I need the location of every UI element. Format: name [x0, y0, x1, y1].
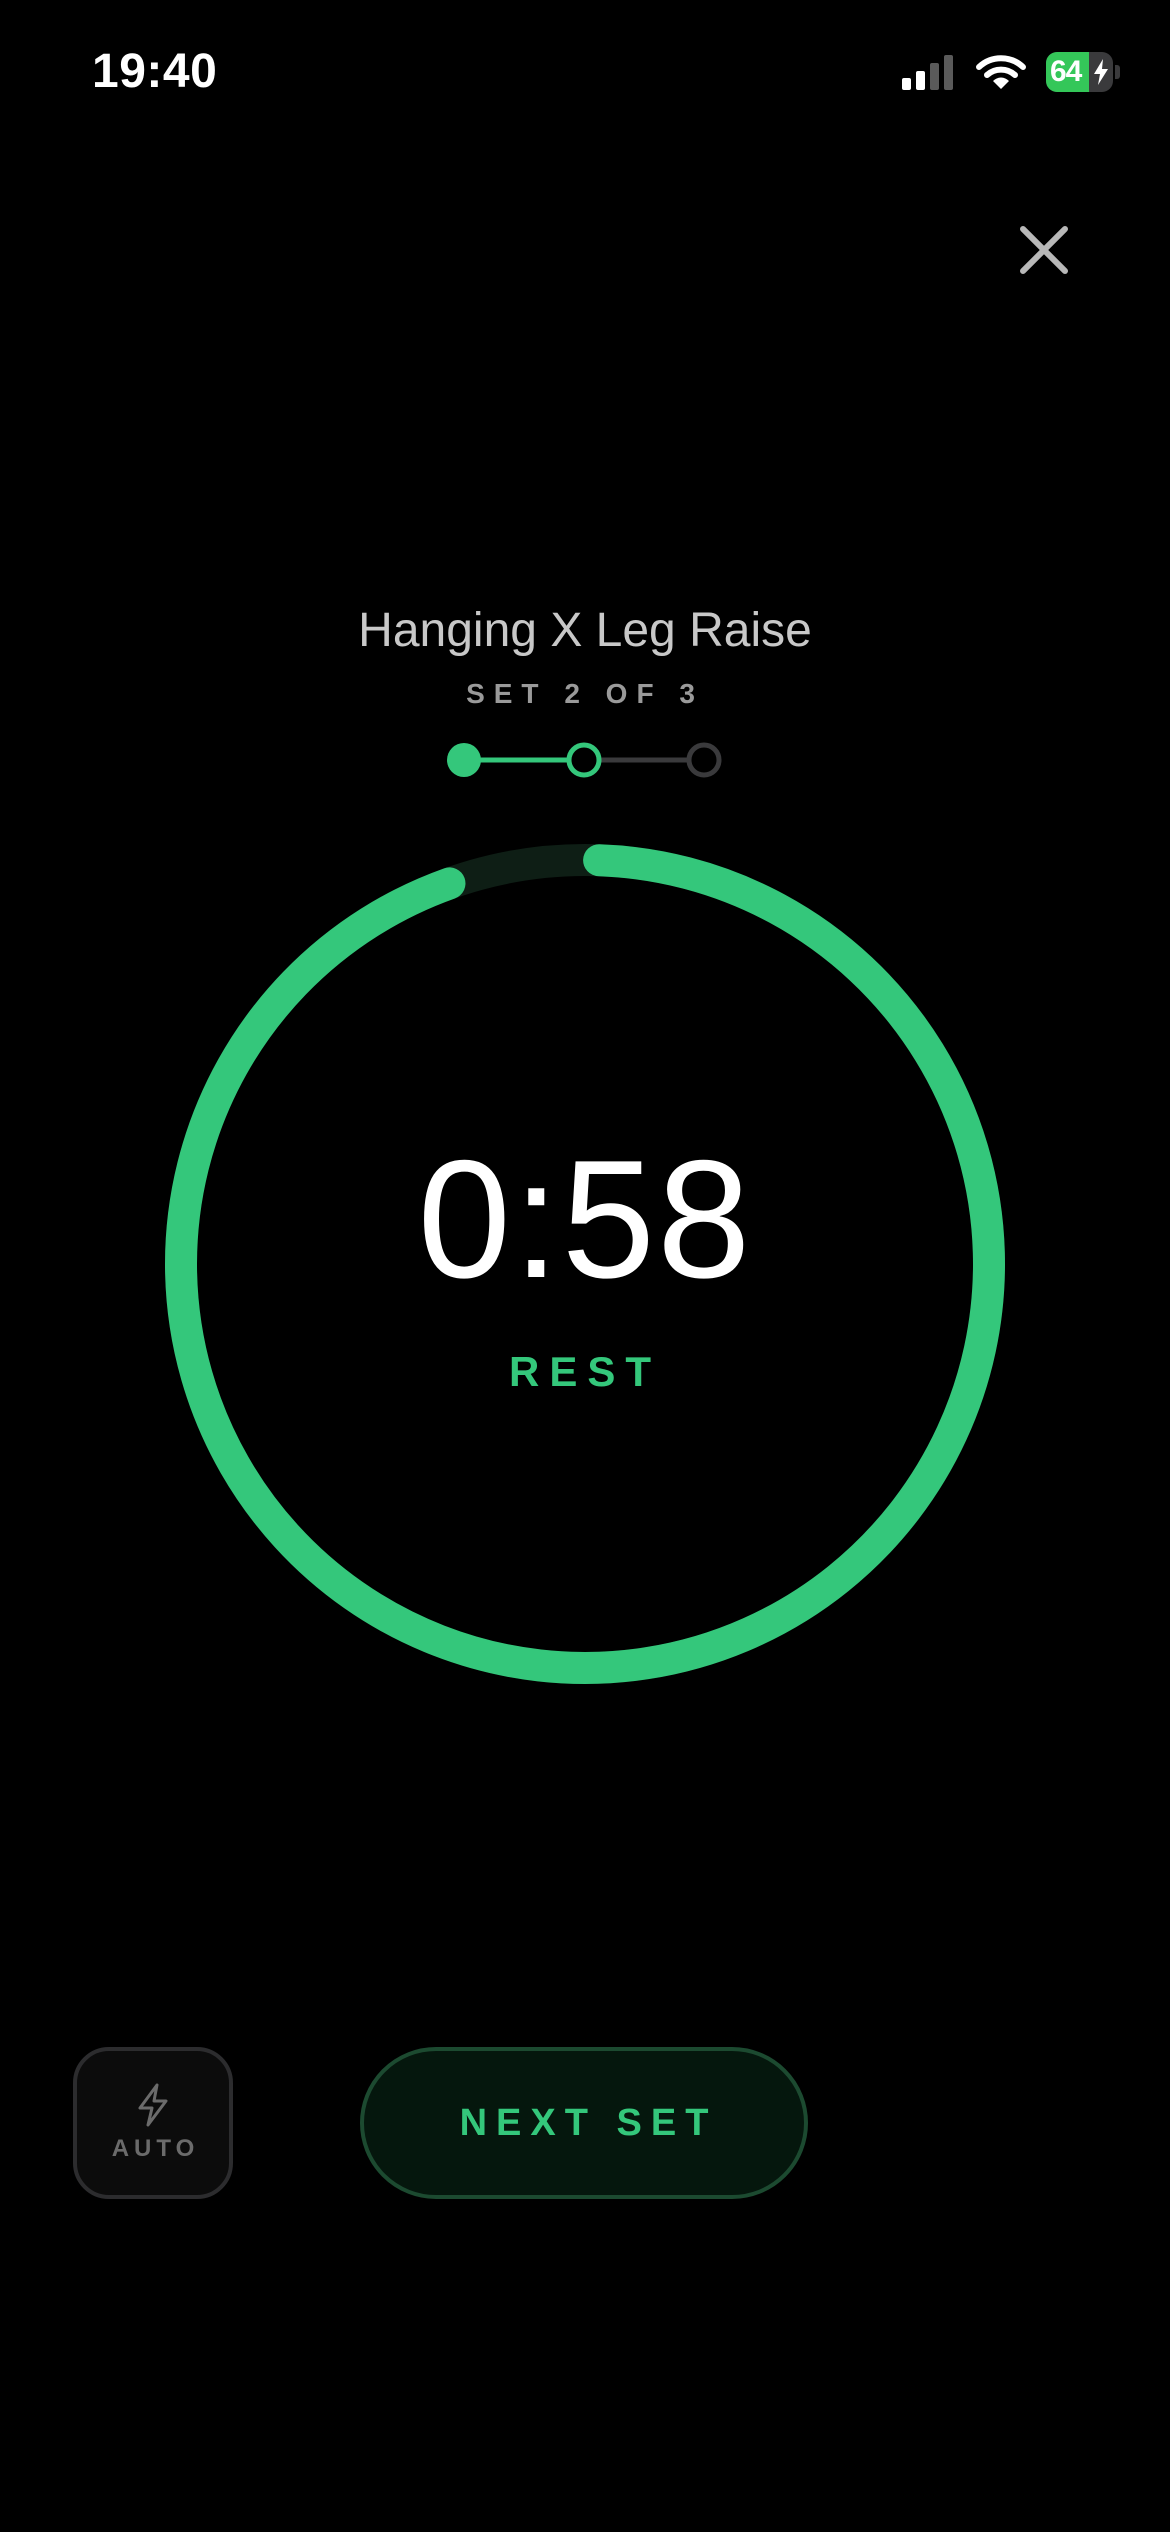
lightning-bolt-icon — [138, 2083, 168, 2127]
timer-value: 0:58 — [417, 1125, 753, 1313]
next-set-button[interactable]: NEXT SET — [360, 2047, 808, 2199]
auto-button-label: AUTO — [111, 2135, 200, 2162]
timer-ring — [165, 844, 1005, 1684]
auto-button[interactable]: AUTO — [73, 2047, 233, 2199]
next-set-button-label: NEXT SET — [459, 2101, 718, 2144]
timer-caption: REST — [508, 1348, 661, 1395]
